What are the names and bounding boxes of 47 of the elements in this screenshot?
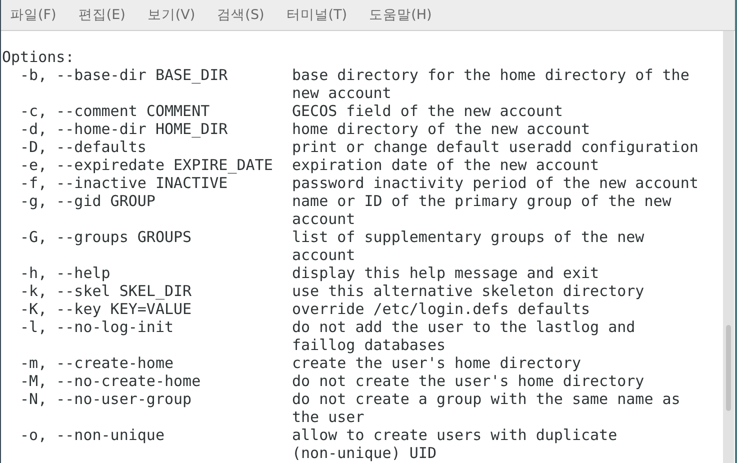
option-name: -N, --no-user-group [20,390,192,408]
option-description: print or change default useradd configuration [292,138,698,156]
option-name: -k, --skel SKEL_DIR [20,282,192,300]
option-description: faillog databases [292,336,446,354]
menu-item[interactable]: 파일(F) [10,6,56,24]
option-name: -h, --help [20,264,110,282]
scrollbar[interactable] [723,31,734,463]
menu-item[interactable]: 보기(V) [147,6,196,24]
option-description: (non-unique) UID [292,444,436,462]
option-name: -G, --groups GROUPS [20,228,192,246]
option-name: -e, --expiredate EXPIRE_DATE [20,156,273,174]
menu-item[interactable]: 검색(S) [217,6,264,24]
menu-item[interactable]: 편집(E) [78,6,126,24]
option-description: do not create the user's home directory [292,372,644,390]
option-name: -b, --base-dir BASE_DIR [20,66,228,84]
option-name: -d, --home-dir HOME_DIR [20,120,228,138]
option-description: display this help message and exit [292,264,600,282]
option-name: -l, --no-log-init [20,318,174,336]
option-description: expiration date of the new account [292,156,600,174]
option-description: do not add the user to the lastlog and [292,318,636,336]
option-name: -M, --no-create-home [20,372,201,390]
option-description: allow to create users with duplicate [292,426,618,444]
menu-item[interactable]: 도움말(H) [369,6,432,24]
option-description: use this alternative skeleton directory [292,282,644,300]
option-description: name or ID of the primary group of the new [292,192,672,210]
option-name: -m, --create-home [20,354,174,372]
option-description: new account [292,84,392,102]
option-name: -c, --comment COMMENT [20,102,210,120]
terminal-line: Options: [2,48,74,66]
scrollbar-thumb[interactable] [726,325,731,411]
option-description: override /etc/login.defs defaults [292,300,590,318]
option-name: -K, --key KEY=VALUE [20,300,192,318]
option-description: base directory for the home directory of the [292,66,690,84]
option-description: account [292,246,356,264]
menu-item[interactable]: 터미널(T) [286,6,348,24]
option-name: -g, --gid GROUP [20,192,156,210]
option-description: home directory of the new account [292,120,590,138]
option-description: GECOS field of the new account [292,102,563,120]
option-name: -D, --defaults [20,138,146,156]
option-description: create the user's home directory [292,354,581,372]
option-name: -o, --non-unique [20,426,164,444]
option-description: password inactivity period of the new account [292,174,698,192]
option-description: list of supplementary groups of the new [292,228,644,246]
option-name: -f, --inactive INACTIVE [20,174,228,192]
option-description: account [292,210,356,228]
option-description: the user [292,408,364,426]
option-description: do not create a group with the same name as [292,390,680,408]
